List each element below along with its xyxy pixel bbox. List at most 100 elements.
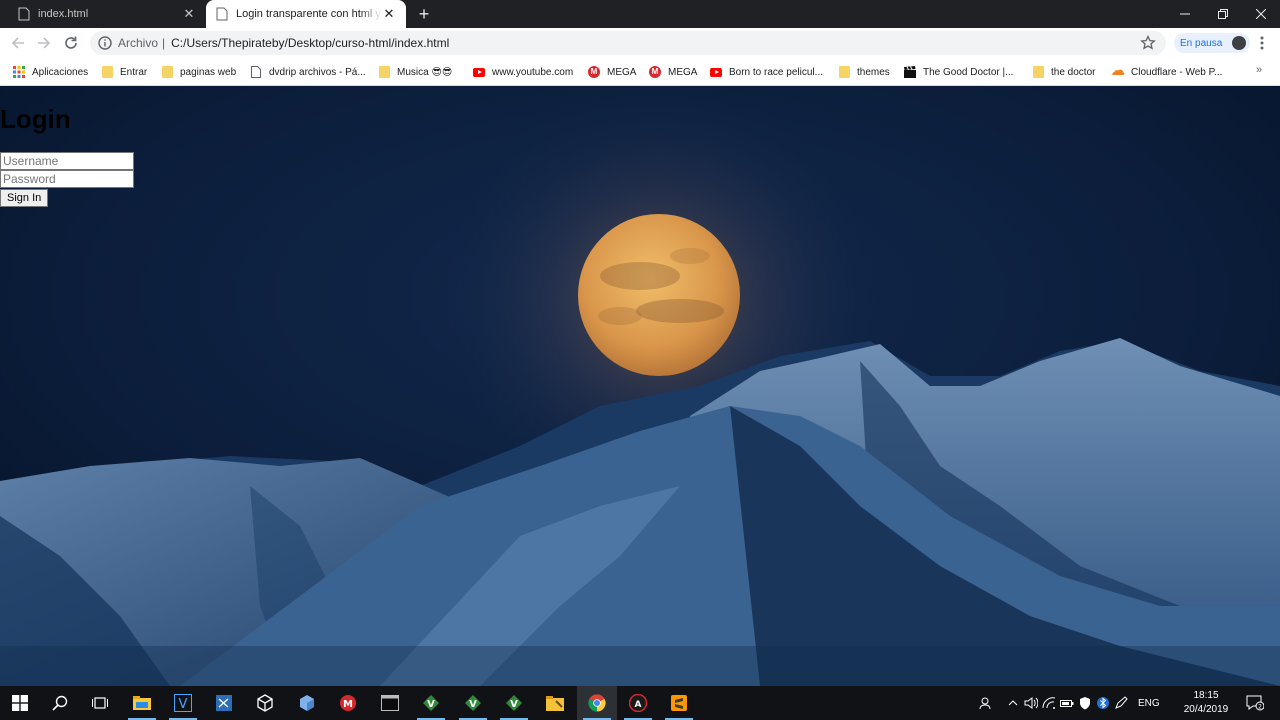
bookmark-youtube[interactable]: www.youtube.com (472, 64, 573, 80)
terminal-icon[interactable] (370, 686, 410, 720)
cube-app-icon[interactable] (287, 686, 327, 720)
file-explorer-icon[interactable] (122, 686, 162, 720)
bookmarks-overflow-button[interactable]: » (1256, 64, 1262, 76)
profile-status-label: En pausa (1180, 37, 1223, 49)
bookmark-paginas-web[interactable]: paginas web (160, 64, 236, 80)
moon (578, 214, 740, 376)
bookmark-label: Musica 😎😎 (397, 66, 453, 78)
windows-start-icon[interactable] (0, 686, 40, 720)
bluetooth-icon[interactable] (1094, 696, 1112, 710)
vim-icon[interactable]: V (453, 686, 493, 720)
taskbar-clock[interactable]: 18:15 20/4/2019 (1180, 689, 1232, 717)
address-separator: | (162, 36, 166, 50)
new-tab-button[interactable]: + (414, 4, 434, 24)
info-icon[interactable] (98, 36, 112, 50)
username-field[interactable] (0, 152, 134, 170)
close-window-icon[interactable] (1242, 0, 1280, 28)
people-icon[interactable] (976, 696, 996, 710)
bookmark-the-doctor[interactable]: the doctor (1031, 64, 1095, 80)
folder-icon (160, 65, 174, 79)
bookmark-label: Entrar (120, 66, 148, 78)
close-tab-icon[interactable]: ✕ (382, 6, 396, 21)
3d-box-icon[interactable] (245, 686, 285, 720)
tab-login-transparente[interactable]: Login transparente con html y css ✕ (206, 0, 406, 28)
mega-app-icon[interactable]: M (328, 686, 368, 720)
bookmark-label: themes (857, 66, 890, 78)
svg-text:A: A (635, 700, 642, 710)
tab-index-html[interactable]: index.html ✕ (8, 0, 206, 28)
window-controls (1166, 0, 1280, 28)
address-bar[interactable]: Archivo | C:/Users/Thepirateby/Desktop/c… (90, 31, 1166, 55)
shield-icon[interactable] (1076, 696, 1094, 710)
clock-time: 18:15 (1193, 690, 1219, 701)
folder-icon (1031, 65, 1045, 79)
youtube-icon (472, 65, 486, 79)
folder-icon (837, 65, 851, 79)
bookmark-mega-2[interactable]: M MEGA (648, 64, 697, 80)
page-icon (18, 7, 30, 21)
folder-tool-icon[interactable] (535, 686, 575, 720)
browser-toolbar: Archivo | C:/Users/Thepirateby/Desktop/c… (0, 28, 1280, 58)
sign-in-button[interactable]: Sign In (0, 189, 49, 207)
bookmark-good-doctor[interactable]: The Good Doctor |... (903, 64, 1013, 80)
system-tray: ENG (976, 686, 1160, 720)
forward-arrow-icon[interactable] (34, 33, 54, 53)
svg-text:M: M (343, 699, 353, 710)
bookmark-musica[interactable]: Musica 😎😎 (377, 64, 452, 80)
language-indicator[interactable]: ENG (1138, 698, 1160, 709)
bookmark-label: MEGA (668, 66, 698, 78)
password-field[interactable] (0, 170, 134, 188)
svg-text:V: V (510, 699, 518, 710)
page-icon (216, 7, 228, 21)
visual-studio-code-icon[interactable] (204, 686, 244, 720)
bookmark-cloudflare[interactable]: Cloudflare - Web P... (1111, 64, 1222, 80)
chevron-up-icon[interactable] (1004, 700, 1022, 706)
battery-icon[interactable] (1058, 698, 1076, 708)
bookmark-themes[interactable]: themes (837, 64, 890, 80)
bookmark-dvdrip[interactable]: dvdrip archivos - Pá... (249, 64, 366, 80)
bookmark-born-to-race[interactable]: Born to race pelicul... (709, 64, 823, 80)
bookmark-label: paginas web (180, 66, 237, 78)
avatar (1232, 36, 1246, 50)
bookmark-aplicaciones[interactable]: Aplicaciones (12, 64, 88, 80)
vim-icon[interactable]: V (494, 686, 534, 720)
folder-icon (377, 65, 391, 79)
reload-icon[interactable] (61, 33, 81, 53)
menu-dots-icon[interactable] (1254, 33, 1270, 53)
profile-paused-button[interactable]: En pausa (1174, 33, 1250, 53)
bookmark-entrar[interactable]: Entrar (100, 64, 147, 80)
windows-taskbar: V M V V V A ENG 18:15 20/4/2019 2 (0, 686, 1280, 720)
bookmark-label: Aplicaciones (32, 66, 89, 78)
tab-title: index.html (38, 8, 89, 20)
vim-icon[interactable]: V (411, 686, 451, 720)
bookmark-label: The Good Doctor |... (923, 66, 1014, 78)
clock-date: 20/4/2019 (1183, 704, 1229, 715)
chrome-icon[interactable] (577, 686, 617, 720)
pen-icon[interactable] (1112, 696, 1130, 710)
visual-studio-icon[interactable]: V (163, 686, 203, 720)
close-tab-icon[interactable]: ✕ (182, 6, 196, 21)
bookmark-label: Born to race pelicul... (729, 66, 823, 78)
page-title: Login (0, 104, 71, 134)
svg-text:V: V (469, 699, 477, 710)
notification-center-icon[interactable]: 2 (1240, 686, 1270, 720)
bookmark-label: Cloudflare - Web P... (1131, 66, 1223, 78)
bookmarks-bar: Aplicaciones Entrar paginas web dvdrip a… (0, 58, 1280, 86)
wifi-icon[interactable] (1040, 697, 1058, 709)
back-arrow-icon[interactable] (8, 33, 28, 53)
sublime-text-icon[interactable] (659, 686, 699, 720)
volume-icon[interactable] (1022, 697, 1040, 709)
bookmark-mega-1[interactable]: M MEGA (587, 64, 636, 80)
bookmark-label: MEGA (607, 66, 637, 78)
task-view-icon[interactable] (80, 686, 120, 720)
page-viewport: Login Sign In (0, 86, 1280, 686)
youtube-icon (709, 65, 723, 79)
minimize-icon[interactable] (1166, 0, 1204, 28)
search-icon[interactable] (40, 686, 80, 720)
bookmark-star-icon[interactable] (1140, 35, 1156, 51)
address-scheme-label: Archivo (118, 36, 159, 50)
clapperboard-icon (903, 65, 917, 79)
notification-count: 2 (1258, 704, 1262, 711)
restore-icon[interactable] (1204, 0, 1242, 28)
red-app-icon[interactable]: A (618, 686, 658, 720)
